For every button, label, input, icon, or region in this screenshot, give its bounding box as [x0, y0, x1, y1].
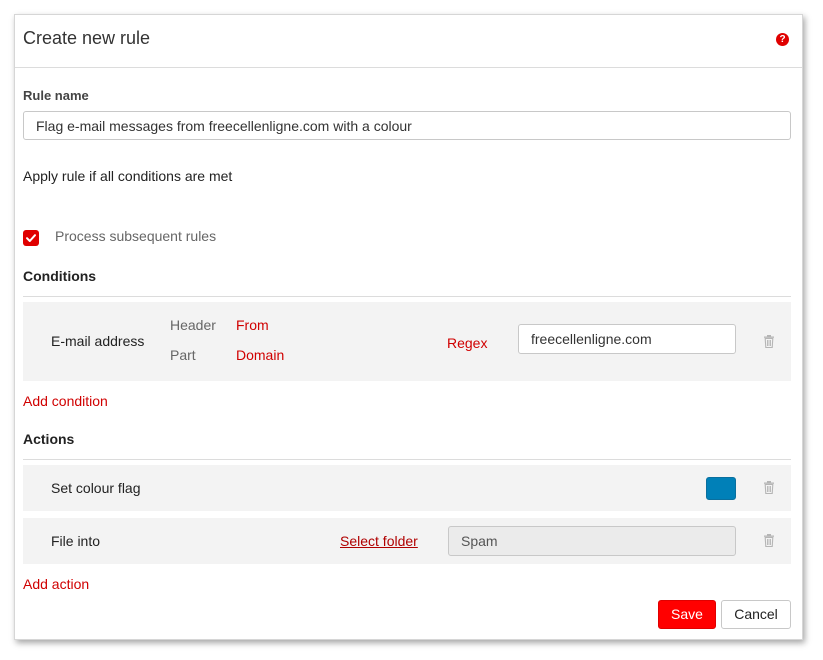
actions-title: Actions — [23, 431, 75, 447]
condition-part-value[interactable]: Domain — [236, 347, 284, 363]
trash-icon[interactable] — [763, 481, 775, 494]
conditions-title: Conditions — [23, 268, 97, 284]
apply-rule-text: Apply rule if all conditions are met — [23, 168, 233, 184]
rule-name-label: Rule name — [23, 88, 89, 103]
condition-part-label: Part — [170, 347, 196, 363]
condition-row: E-mail address Header From Part Domain R… — [23, 302, 791, 381]
rule-name-input[interactable] — [23, 111, 791, 140]
condition-operator[interactable]: Regex — [447, 335, 487, 351]
process-subsequent-label: Process subsequent rules — [55, 228, 217, 244]
folder-input[interactable] — [448, 526, 736, 556]
checkmark-icon — [26, 234, 36, 242]
trash-icon[interactable] — [763, 335, 775, 348]
colour-flag-swatch[interactable] — [706, 477, 736, 500]
add-condition-link[interactable]: Add condition — [23, 393, 108, 409]
condition-header-label: Header — [170, 317, 216, 333]
condition-header-value[interactable]: From — [236, 317, 269, 333]
save-button[interactable]: Save — [658, 600, 716, 629]
create-rule-dialog: Create new rule ? Rule name Apply rule i… — [14, 14, 803, 640]
dialog-title: Create new rule — [23, 28, 151, 48]
conditions-divider — [23, 296, 791, 297]
add-action-link[interactable]: Add action — [23, 576, 89, 592]
select-folder-link[interactable]: Select folder — [340, 533, 418, 549]
action-row-colour-flag: Set colour flag — [23, 465, 791, 511]
actions-divider — [23, 459, 791, 460]
help-icon[interactable]: ? — [776, 33, 789, 46]
process-subsequent-checkbox[interactable] — [23, 230, 39, 246]
trash-icon[interactable] — [763, 534, 775, 547]
dialog-header: Create new rule ? — [15, 15, 802, 68]
condition-value-input[interactable] — [518, 324, 736, 354]
action-row-file-into: File into Select folder — [23, 518, 791, 564]
action-colour-flag-label: Set colour flag — [51, 480, 141, 496]
cancel-button[interactable]: Cancel — [721, 600, 791, 629]
action-file-into-label: File into — [51, 533, 101, 549]
condition-type: E-mail address — [51, 333, 145, 349]
